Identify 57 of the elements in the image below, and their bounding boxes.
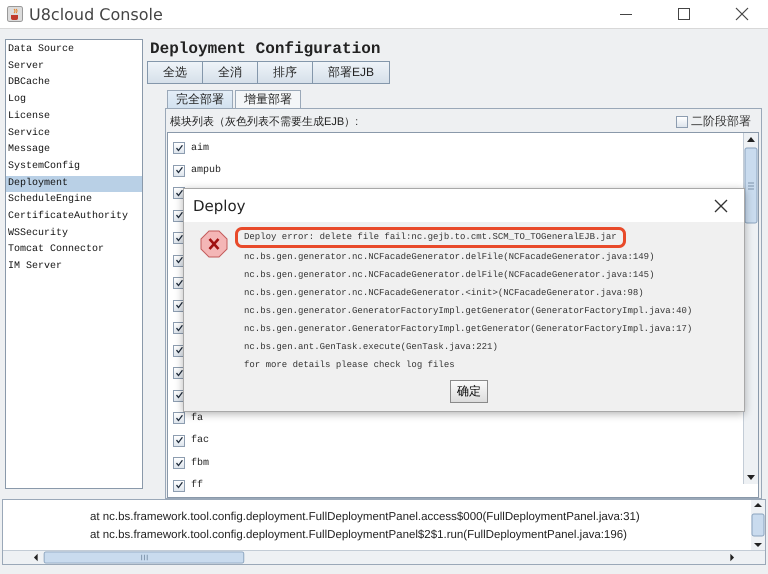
stack-trace-line: nc.bs.gen.generator.GeneratorFactoryImpl.getGenerator(GeneratorFactoryImpl.java:17) bbox=[243, 323, 694, 336]
error-message: Deploy error: delete file fail:nc.gejb.to.cmt.SCM_TO_TOGeneralEJB.jar bbox=[235, 227, 626, 248]
stack-trace-line: nc.bs.gen.ant.GenTask.execute(GenTask.java:221) bbox=[243, 341, 499, 354]
stack-trace-line: nc.bs.gen.generator.nc.NCFacadeGenerator.delFile(NCFacadeGenerator.java:149) bbox=[243, 251, 656, 264]
checkbox[interactable] bbox=[173, 412, 185, 424]
sidebar-item[interactable]: Deployment bbox=[6, 176, 142, 192]
checkbox-label: 二阶段部署 bbox=[691, 113, 751, 130]
module-name: aim bbox=[191, 142, 210, 154]
sidebar-item[interactable]: Data Source bbox=[6, 42, 142, 59]
log-line: at nc.bs.framework.tool.config.deployment.FullDeploymentPanel.access$000(FullDeploymentPanel.java:31) bbox=[90, 510, 641, 525]
sidebar-item[interactable]: Message bbox=[6, 142, 142, 159]
stack-trace-line: for more details please check log files bbox=[243, 359, 456, 372]
close-icon[interactable] bbox=[734, 6, 750, 22]
error-icon bbox=[200, 230, 228, 258]
sidebar-item[interactable]: Log bbox=[6, 92, 142, 109]
toolbar-button[interactable]: 全选 bbox=[147, 61, 203, 84]
toolbar-button[interactable]: 排序 bbox=[257, 61, 313, 84]
toolbar-button[interactable]: 全消 bbox=[202, 61, 258, 84]
checkbox[interactable] bbox=[173, 457, 185, 470]
sidebar-item[interactable]: ScheduleEngine bbox=[6, 192, 142, 210]
page-heading: Deployment Configuration bbox=[150, 39, 382, 59]
app-icon bbox=[7, 6, 23, 22]
tab[interactable]: 完全部署 bbox=[167, 90, 233, 108]
scrollbar[interactable] bbox=[3, 550, 765, 564]
sidebar-item[interactable]: Tomcat Connector bbox=[6, 242, 142, 260]
window-title: U8cloud Console bbox=[29, 4, 163, 24]
stack-trace-line: nc.bs.gen.generator.nc.NCFacadeGenerator.<init>(NCFacadeGenerator.java:98) bbox=[243, 287, 645, 300]
close-icon[interactable] bbox=[714, 198, 728, 212]
sidebar-item[interactable]: DBCache bbox=[6, 75, 142, 92]
checkbox[interactable] bbox=[173, 142, 185, 154]
checkbox[interactable] bbox=[676, 116, 688, 128]
sidebar-item[interactable]: WSSecurity bbox=[6, 226, 142, 242]
module-name: fbm bbox=[191, 458, 210, 469]
sidebar-item[interactable]: IM Server bbox=[6, 259, 142, 276]
sidebar-item[interactable]: Service bbox=[6, 126, 142, 142]
dialog-title: Deploy bbox=[193, 196, 246, 214]
list-label: 模块列表（灰色列表不需要生成EJB）: bbox=[170, 115, 358, 129]
sidebar-item[interactable]: CertificateAuthority bbox=[6, 209, 142, 226]
maximize-icon[interactable] bbox=[676, 6, 692, 22]
module-name: fa bbox=[191, 412, 204, 424]
stack-trace-line: nc.bs.gen.generator.nc.NCFacadeGenerator.delFile(NCFacadeGenerator.java:145) bbox=[243, 269, 656, 282]
sidebar-item[interactable]: License bbox=[6, 108, 142, 126]
sidebar-item[interactable]: Server bbox=[6, 58, 142, 76]
ok-button[interactable]: 确定 bbox=[450, 380, 488, 403]
stack-trace-line: nc.bs.gen.generator.GeneratorFactoryImpl.getGenerator(GeneratorFactoryImpl.java:40) bbox=[243, 305, 694, 318]
module-name: ff bbox=[191, 480, 204, 492]
module-name: fac bbox=[191, 435, 210, 446]
checkbox[interactable] bbox=[173, 434, 185, 447]
toolbar-button[interactable]: 部署EJB bbox=[312, 61, 390, 84]
module-name: ampub bbox=[191, 165, 222, 176]
scrollbar[interactable] bbox=[743, 133, 758, 484]
checkbox[interactable] bbox=[173, 480, 185, 492]
checkbox[interactable] bbox=[173, 164, 185, 177]
sidebar-item[interactable]: SystemConfig bbox=[6, 158, 142, 176]
scrollbar[interactable] bbox=[751, 500, 765, 550]
tab[interactable]: 增量部署 bbox=[235, 90, 301, 108]
log-line: at nc.bs.framework.tool.config.deployment.FullDeploymentPanel$2$1.run(FullDeploymentPanel.java:196) bbox=[90, 528, 628, 543]
